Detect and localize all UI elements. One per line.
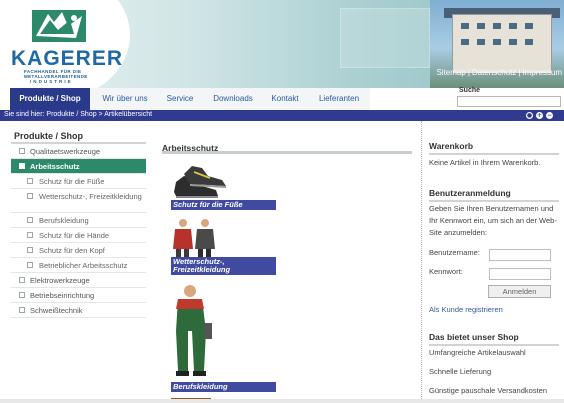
nav-item-downloads[interactable]: Downloads xyxy=(206,88,260,110)
shop-benefits-title: Das bietet unser Shop xyxy=(429,332,559,346)
cart-empty-text: Keine Artikel in Ihrem Warenkorb. xyxy=(429,158,541,167)
sitemap-link[interactable]: Sitemap xyxy=(436,68,465,77)
datenschutz-link[interactable]: Datenschutz xyxy=(472,68,516,77)
brand-name[interactable]: KAGERER xyxy=(11,47,123,71)
search-input[interactable] xyxy=(457,96,561,107)
horizontal-scrollbar[interactable] xyxy=(0,399,564,403)
safety-shoes-image[interactable] xyxy=(170,162,230,200)
product-label-wetterschutz-freizeitkleidung[interactable]: Wetterschutz-, Freizeitkleidung xyxy=(171,257,276,275)
sidebar-item-label: Elektrowerkzeuge xyxy=(30,276,90,285)
top-links: Sitemap | Datenschutz | Impressum xyxy=(436,68,562,77)
username-input[interactable] xyxy=(489,249,551,261)
login-title: Benutzeranmeldung xyxy=(429,188,559,202)
sidebar-item-schutz-fuer-den-kopf[interactable]: Schutz für den Kopf xyxy=(11,243,146,258)
checkbox-icon xyxy=(27,217,33,223)
kagerer-logo-icon[interactable] xyxy=(24,8,94,44)
checkbox-icon xyxy=(19,163,25,169)
sidebar-item-elektrowerkzeuge[interactable]: Elektrowerkzeuge xyxy=(11,273,146,288)
checkbox-icon xyxy=(27,178,33,184)
breadcrumb-bar: Sie sind hier: Produkte / Shop > Artikel… xyxy=(0,110,564,121)
checkbox-icon xyxy=(27,262,33,268)
product-label-schutz-fuer-die-fuesse[interactable]: Schutz für die Füße xyxy=(171,200,276,210)
register-link[interactable]: Als Kunde registrieren xyxy=(429,305,503,314)
checkbox-icon xyxy=(27,193,33,199)
password-input[interactable] xyxy=(489,268,551,280)
sidebar-item-betriebseinrichtung[interactable]: Betriebseinrichtung xyxy=(11,288,146,303)
login-button[interactable]: Anmelden xyxy=(488,285,551,298)
sidebar-item-label: Wetterschutz-, Freizeitkleidung xyxy=(39,192,142,201)
search-label: Suche xyxy=(459,87,481,94)
sidebar-item-schutz-fuer-die-haende[interactable]: Schutz für die Hände xyxy=(11,228,146,243)
plus-icon[interactable]: + xyxy=(536,112,543,119)
main-content: Arbeitsschutz xyxy=(162,143,412,154)
sidebar: Produkte / Shop Qualitaetswerkzeuge Arbe… xyxy=(11,131,146,318)
brand-subtitle-line-3: I N D U S T R I E xyxy=(30,79,72,84)
checkbox-icon xyxy=(19,292,25,298)
sidebar-item-label: Berufskleidung xyxy=(39,216,89,225)
sidebar-item-label: Qualitaetswerkzeuge xyxy=(30,147,101,156)
page-title: Arbeitsschutz xyxy=(162,143,412,154)
header-background-building xyxy=(340,8,430,68)
breadcrumb: Sie sind hier: Produkte / Shop > Artikel… xyxy=(4,111,153,118)
sidebar-item-label: Arbeitsschutz xyxy=(30,162,80,171)
sidebar-item-arbeitsschutz[interactable]: Arbeitsschutz xyxy=(11,159,146,174)
sidebar-title: Produkte / Shop xyxy=(11,131,146,144)
minus-icon[interactable]: − xyxy=(546,112,553,119)
shop-benefit-item: Schnelle Lieferung xyxy=(429,367,492,376)
sidebar-item-qualitaetswerkzeuge[interactable]: Qualitaetswerkzeuge xyxy=(11,144,146,159)
checkbox-icon xyxy=(19,307,25,313)
sidebar-item-betrieblicher-arbeitsschutz[interactable]: Betrieblicher Arbeitsschutz xyxy=(11,258,146,273)
sidebar-item-label: Betrieblicher Arbeitsschutz xyxy=(39,261,128,270)
sidebar-item-label: Schweißtechnik xyxy=(30,306,83,315)
sidebar-item-schutz-fuer-die-fuesse[interactable]: Schutz für die Füße xyxy=(11,174,146,189)
sidebar-item-label: Schutz für die Füße xyxy=(39,177,105,186)
sidebar-item-berufskleidung[interactable]: Berufskleidung xyxy=(11,213,146,228)
checkbox-icon xyxy=(27,232,33,238)
sidebar-item-schweisstechnik[interactable]: Schweißtechnik xyxy=(11,303,146,318)
nav-item-lieferanten[interactable]: Lieferanten xyxy=(310,88,368,110)
checkbox-icon xyxy=(27,247,33,253)
checkbox-icon xyxy=(19,277,25,283)
sidebar-item-label: Schutz für den Kopf xyxy=(39,246,105,255)
sidebar-item-wetterschutz-freizeitkleidung[interactable]: Wetterschutz-, Freizeitkleidung xyxy=(11,189,146,213)
nav-item-wir-ueber-uns[interactable]: Wir über uns xyxy=(94,88,156,110)
workwear-image[interactable] xyxy=(168,283,216,379)
nav-item-service[interactable]: Service xyxy=(158,88,202,110)
building xyxy=(452,14,552,74)
sidebar-item-label: Schutz für die Hände xyxy=(39,231,110,240)
header: KAGERER FACHHANDEL FÜR DIE METALLVERARBE… xyxy=(0,0,564,88)
gear-icon[interactable]: ● xyxy=(526,112,533,119)
nav-item-kontakt[interactable]: Kontakt xyxy=(264,88,306,110)
checkbox-icon xyxy=(19,148,25,154)
weather-clothing-image[interactable] xyxy=(170,217,220,257)
nav-item-produkte-shop[interactable]: Produkte / Shop xyxy=(10,88,90,110)
shop-benefit-item: Günstige pauschale Versandkosten xyxy=(429,386,547,395)
cart-title: Warenkorb xyxy=(429,141,559,155)
shop-benefit-item: Umfangreiche Artikelauswahl xyxy=(429,348,526,357)
product-label-berufskleidung[interactable]: Berufskleidung xyxy=(171,382,276,392)
sidebar-item-label: Betriebseinrichtung xyxy=(30,291,95,300)
impressum-link[interactable]: Impressum xyxy=(522,68,562,77)
login-intro-text: Geben Sie Ihren Benutzernamen und Ihr Ke… xyxy=(429,204,557,237)
